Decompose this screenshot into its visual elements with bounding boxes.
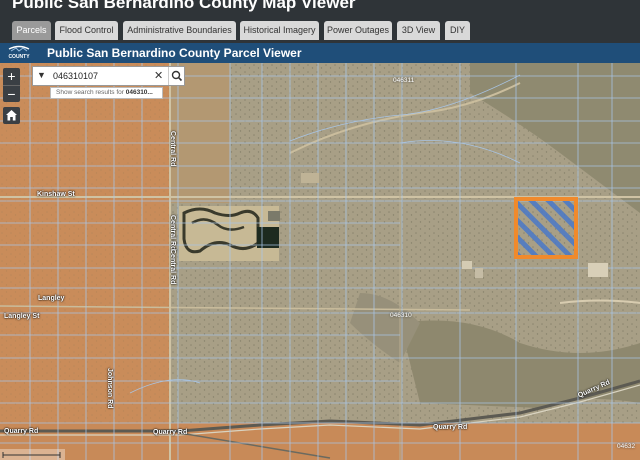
zoom-control: + − (3, 68, 20, 102)
parcel-label-046310: 046310 (390, 312, 412, 319)
road-label-central-rd-top: Central Rd (169, 131, 176, 167)
road-label-langley: Langley (38, 295, 65, 302)
search-source-dropdown-icon[interactable]: ▼ (37, 70, 46, 80)
viewer-title: Public San Bernardino County Parcel View… (47, 46, 302, 60)
search-icon (171, 70, 183, 82)
suggestion-value: 046310... (125, 89, 153, 96)
logo-text: COUNTY (8, 54, 30, 60)
search-button[interactable] (168, 67, 185, 85)
county-logo: COUNTY (5, 45, 33, 61)
clear-search-icon[interactable]: ✕ (154, 69, 163, 82)
app-title: Public San Bernardino County Map Viewer (12, 0, 356, 12)
tab-bar: Parcels Flood Control Administrative Bou… (0, 18, 640, 43)
zoom-in-button[interactable]: + (3, 68, 20, 85)
road-label-langley-st: Langley St (4, 313, 40, 320)
map-canvas[interactable]: Kinshaw St Langley Langley St Central Rd… (0, 63, 640, 460)
road-label-central-rd-low: Central Rd (169, 249, 176, 285)
search-suggestion[interactable]: Show search results for 046310... (50, 87, 163, 99)
viewer-header: COUNTY Public San Bernardino County Parc… (0, 43, 640, 63)
zoom-out-button[interactable]: − (3, 85, 20, 102)
road-label-quarry-rd-mid1: Quarry Rd (153, 429, 188, 436)
tab-administrative-boundaries[interactable]: Administrative Boundaries (123, 21, 236, 40)
app-titlebar: Public San Bernardino County Map Viewer (0, 0, 640, 18)
search-box: ▼ ✕ (32, 66, 185, 86)
home-button[interactable] (3, 107, 20, 124)
tab-3d-view[interactable]: 3D View (397, 21, 440, 40)
tab-historical-imagery[interactable]: Historical Imagery (240, 21, 319, 40)
road-label-johnson-rd: Johnson Rd (106, 368, 113, 409)
search-input[interactable] (53, 69, 153, 83)
suggestion-prefix: Show search results for (56, 89, 126, 96)
road-label-quarry-rd-mid2: Quarry Rd (433, 424, 468, 431)
tab-power-outages[interactable]: Power Outages (324, 21, 392, 40)
road-label-kinshaw-st: Kinshaw St (37, 191, 75, 198)
road-label-central-rd-mid: Central Rd (169, 215, 176, 251)
tab-diy[interactable]: DIY (445, 21, 470, 40)
map-imagery (0, 63, 640, 460)
parcel-label-046311: 046311 (393, 77, 415, 84)
tab-flood-control[interactable]: Flood Control (55, 21, 118, 40)
parcel-label-04632: 04632 (617, 443, 636, 450)
tab-parcels[interactable]: Parcels (12, 21, 51, 40)
road-label-quarry-rd-left: Quarry Rd (4, 428, 39, 435)
home-icon (6, 110, 17, 121)
